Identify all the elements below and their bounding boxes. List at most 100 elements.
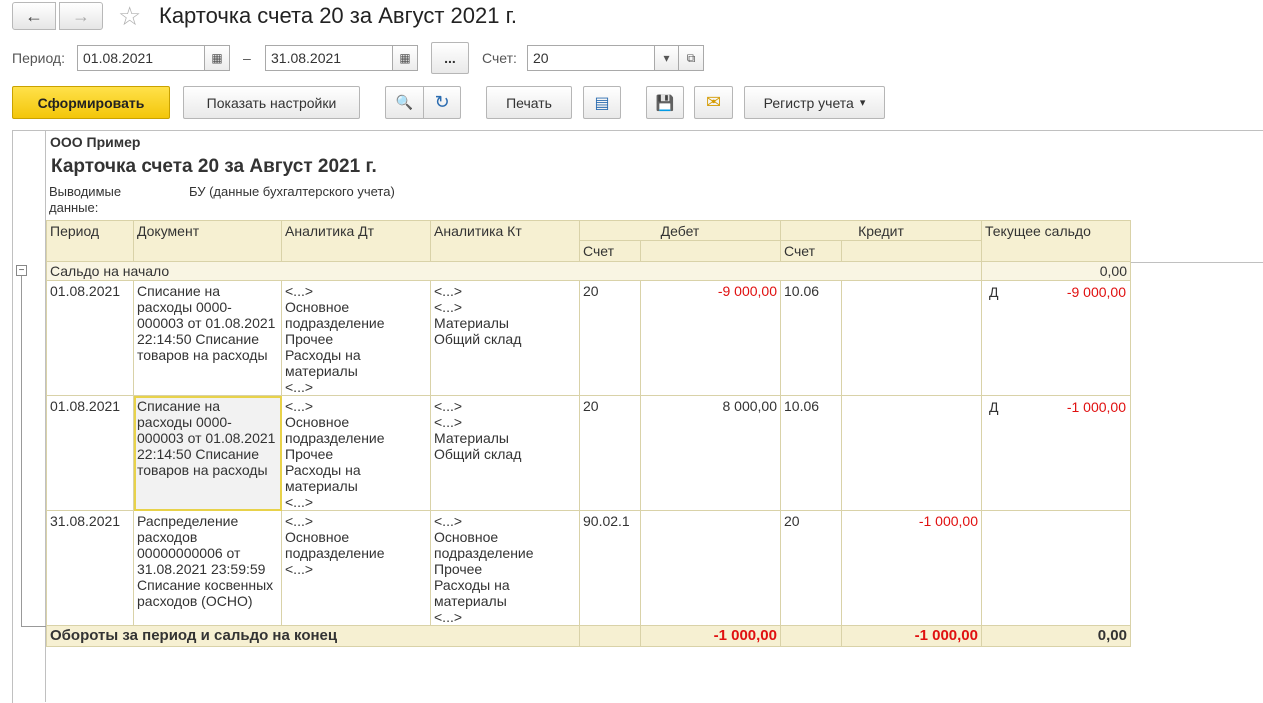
open-icon: ⧉ <box>686 50 696 65</box>
table-row-analytics-dt: <...> Основное подразделение Прочее Расх… <box>282 281 431 396</box>
table-row-credit-account: 10.06 <box>781 281 842 396</box>
table-row-debit-amount: -9 000,00 <box>641 281 781 396</box>
account-value: 20 <box>533 50 549 66</box>
table-row-analytics-kt: <...> <...> Материалы Общий склад <box>431 396 580 511</box>
mail-button[interactable]: ✉ <box>694 86 733 119</box>
header-credit-account: Счет <box>781 241 842 262</box>
table-row-debit-account: 20 <box>580 281 641 396</box>
print-button[interactable]: Печать <box>486 86 572 119</box>
register-label: Регистр учета <box>763 94 854 111</box>
preview-button[interactable]: ▤ <box>583 86 621 119</box>
table-row-balance: Д -1 000,00 <box>982 396 1131 511</box>
date-to-value: 31.08.2021 <box>271 50 342 66</box>
balance-amount: -1 000,00 <box>1066 399 1126 415</box>
date-to-calendar-button[interactable]: ▦ <box>392 45 418 71</box>
table-row-document[interactable]: Списание на расходы 0000-000003 от 01.08… <box>134 281 282 396</box>
header-document: Документ <box>134 220 282 262</box>
header-debit: Дебет <box>580 220 781 241</box>
table-row-analytics-kt: <...> Основное подразделение Прочее Расх… <box>431 511 580 626</box>
search-next-button[interactable]: ↻ <box>423 86 461 119</box>
save-button[interactable]: 💾 <box>646 86 684 119</box>
search-next-icon: ↻ <box>434 92 450 112</box>
table-row-period: 01.08.2021 <box>46 281 134 396</box>
table-row-balance <box>982 511 1131 626</box>
account-dropdown-button[interactable]: ▾ <box>654 45 679 71</box>
header-period: Период <box>46 220 134 262</box>
save-icon: 💾 <box>655 94 675 112</box>
opening-value: 0,00 <box>982 262 1131 281</box>
report-divider <box>1130 262 1263 263</box>
date-from-value: 01.08.2021 <box>83 50 154 66</box>
arrow-right-icon: → <box>72 5 90 26</box>
account-label: Счет: <box>482 50 517 66</box>
collapse-toggle[interactable]: − <box>16 265 27 276</box>
header-balance: Текущее сальдо <box>982 220 1131 262</box>
table-row-debit-account: 90.02.1 <box>580 511 641 626</box>
tree-line <box>21 276 22 626</box>
table-row-document[interactable]: Распределение расходов 00000000006 от 31… <box>134 511 282 626</box>
table-row-debit-amount: 8 000,00 <box>641 396 781 511</box>
generate-button[interactable]: Сформировать <box>12 86 170 119</box>
account-field[interactable]: 20 <box>527 45 655 71</box>
table-row-credit-amount <box>842 281 982 396</box>
opening-label: Сальдо на начало <box>46 262 982 281</box>
period-select-button[interactable]: ... <box>431 42 469 74</box>
totals-label: Обороты за период и сальдо на конец <box>46 626 580 647</box>
preview-icon: ▤ <box>594 94 610 112</box>
arrow-left-icon: ← <box>25 5 43 26</box>
mail-icon: ✉ <box>705 92 722 112</box>
show-settings-button[interactable]: Показать настройки <box>183 86 360 119</box>
table-row-debit-account: 20 <box>580 396 641 511</box>
date-from-calendar-button[interactable]: ▦ <box>204 45 230 71</box>
output-value: БУ (данные бухгалтерского учета) <box>189 184 395 199</box>
totals-debit: -1 000,00 <box>641 626 781 647</box>
tree-line <box>21 626 46 627</box>
totals-debit-account <box>580 626 641 647</box>
header-credit: Кредит <box>781 220 982 241</box>
date-from-field[interactable]: 01.08.2021 <box>77 45 205 71</box>
chevron-down-icon: ▾ <box>859 97 866 109</box>
search-button[interactable]: 🔍 <box>385 86 424 119</box>
star-icon[interactable]: ☆ <box>118 3 141 29</box>
table-row-analytics-kt: <...> <...> Материалы Общий склад <box>431 281 580 396</box>
generate-label: Сформировать <box>37 94 145 111</box>
register-button[interactable]: Регистр учета ▾ <box>744 86 885 119</box>
forward-button[interactable]: → <box>59 2 103 30</box>
period-label: Период: <box>12 50 65 66</box>
account-open-button[interactable]: ⧉ <box>678 45 704 71</box>
header-debit-account: Счет <box>580 241 641 262</box>
totals-balance: 0,00 <box>982 626 1131 647</box>
search-icon: 🔍 <box>395 94 414 110</box>
table-row-debit-amount <box>641 511 781 626</box>
table-row-period: 01.08.2021 <box>46 396 134 511</box>
header-debit-amount <box>641 241 781 262</box>
table-row-balance: Д -9 000,00 <box>982 281 1131 396</box>
date-to-field[interactable]: 31.08.2021 <box>265 45 393 71</box>
period-select-label: ... <box>444 50 456 66</box>
print-label: Печать <box>506 94 552 111</box>
totals-credit-account <box>781 626 842 647</box>
date-dash: – <box>243 50 251 66</box>
header-analytics-dt: Аналитика Дт <box>282 220 431 262</box>
table-row-credit-account: 10.06 <box>781 396 842 511</box>
header-credit-amount <box>842 241 982 262</box>
chevron-down-icon: ▾ <box>663 51 670 65</box>
table-row-analytics-dt: <...> Основное подразделение <...> <box>282 511 431 626</box>
table-row-document-selected[interactable]: Списание на расходы 0000-000003 от 01.08… <box>134 396 282 511</box>
report-org: ООО Пример <box>50 134 141 150</box>
show-settings-label: Показать настройки <box>206 94 337 111</box>
output-label: Выводимые данные: <box>49 184 122 215</box>
balance-side: Д <box>989 284 999 300</box>
page-title: Карточка счета 20 за Август 2021 г. <box>159 3 518 28</box>
calendar-icon: ▦ <box>211 51 223 65</box>
table-row-credit-account: 20 <box>781 511 842 626</box>
back-button[interactable]: ← <box>12 2 56 30</box>
balance-amount: -9 000,00 <box>1066 284 1126 300</box>
table-row-analytics-dt: <...> Основное подразделение Прочее Расх… <box>282 396 431 511</box>
table-row-period: 31.08.2021 <box>46 511 134 626</box>
totals-credit: -1 000,00 <box>842 626 982 647</box>
header-analytics-kt: Аналитика Кт <box>431 220 580 262</box>
balance-side: Д <box>989 399 999 415</box>
report-title: Карточка счета 20 за Август 2021 г. <box>51 156 377 177</box>
table-row-credit-amount <box>842 396 982 511</box>
